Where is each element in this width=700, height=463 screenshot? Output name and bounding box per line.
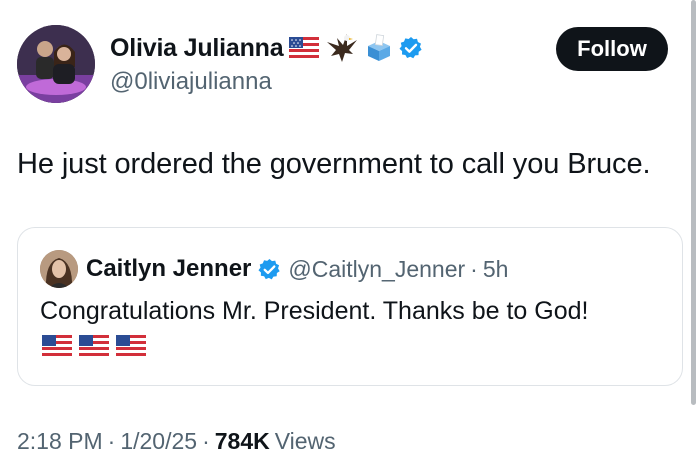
- quoted-tweet-time[interactable]: 5h: [483, 256, 509, 283]
- views-count: 784K: [214, 428, 270, 454]
- quoted-author-handle[interactable]: @Caitlyn_Jenner: [288, 256, 465, 283]
- verified-badge-icon: [399, 36, 423, 60]
- author-avatar[interactable]: [17, 25, 95, 103]
- quoted-tweet-text: Congratulations Mr. President. Thanks be…: [40, 297, 589, 325]
- tweet-date[interactable]: 1/20/25: [120, 428, 197, 455]
- author-handle[interactable]: @0liviajulianna: [110, 68, 272, 96]
- us-flag-icon: [79, 335, 109, 357]
- quoted-author-avatar[interactable]: [40, 250, 78, 288]
- quoted-tweet-emojis: [42, 335, 146, 357]
- follow-button[interactable]: Follow: [556, 27, 668, 71]
- quoted-author-name[interactable]: Caitlyn Jenner: [86, 255, 251, 283]
- tweet-time[interactable]: 2:18 PM: [17, 428, 103, 455]
- tweet-card: Olivia Julianna @0liviajulianna Follow H…: [0, 0, 700, 463]
- us-flag-icon: [289, 37, 320, 59]
- quoted-tweet-header: Caitlyn Jenner @Caitlyn_Jenner · 5h: [86, 252, 508, 286]
- author-display-name[interactable]: Olivia Julianna: [110, 34, 284, 63]
- tweet-text: He just ordered the government to call y…: [17, 148, 651, 180]
- us-flag-icon: [42, 335, 72, 357]
- separator-dot: ·: [107, 428, 116, 454]
- views-label: Views: [274, 428, 336, 454]
- verified-badge-icon: [258, 258, 281, 281]
- eagle-icon: [325, 32, 359, 64]
- author-name-row: Olivia Julianna: [110, 30, 423, 66]
- scrollbar[interactable]: [691, 0, 696, 405]
- quoted-tweet[interactable]: Caitlyn Jenner @Caitlyn_Jenner · 5h Cong…: [17, 227, 683, 386]
- us-flag-icon: [116, 335, 146, 357]
- separator-dot: ·: [202, 428, 210, 454]
- separator-dot: ·: [470, 255, 478, 282]
- ballot-box-icon: [365, 34, 393, 62]
- tweet-meta: 2:18 PM · 1/20/25 · 784K Views: [17, 428, 336, 455]
